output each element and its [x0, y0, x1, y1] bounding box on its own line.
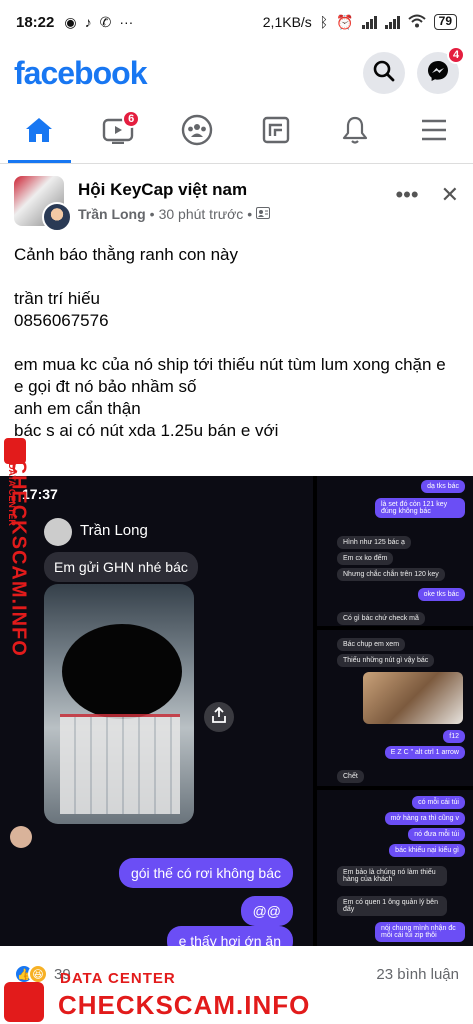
marketplace-icon: [261, 115, 291, 150]
signal-icon: [361, 15, 377, 29]
watermark-site: CHECKSCAM.INFO: [58, 990, 311, 1020]
chat-message: oke tks bác: [417, 588, 465, 601]
chat-message: nói chung mình nhận đc mỗi cái túi zip t…: [375, 922, 465, 942]
zip-bag: [60, 714, 180, 814]
chat-message: Chết: [337, 770, 364, 783]
status-bar: 18:22 ◉ ♪ ✆ ··· 2,1KB/s ᛒ ⏰ 79: [0, 0, 473, 44]
chat-message: Hình như 125 bác ạ: [337, 536, 411, 549]
video-badge: 6: [122, 110, 141, 128]
chat-message: Em gửi GHN nhé bác: [44, 552, 198, 582]
separator-dot-2: •: [247, 206, 253, 222]
chat-message: mở hàng ra thì cũng v: [384, 812, 465, 825]
chat-screenshot-3[interactable]: có mỗi cái túi mở hàng ra thì cũng v nó …: [317, 790, 473, 946]
watermark-site: CHECKSCAM.INFO: [7, 459, 30, 657]
chat-message: e thấy hơi ớn ăn: [166, 926, 293, 946]
group-avatar[interactable]: [14, 176, 72, 232]
group-privacy-icon: [256, 206, 271, 222]
chat-message: Có gì bác chứ check mã: [337, 612, 425, 625]
chat-message: bác khiếu nại kiểu gì: [389, 844, 465, 857]
tab-video[interactable]: 6: [79, 102, 158, 163]
notification-icons: ◉ ♪ ✆ ···: [64, 14, 133, 31]
lock-icon: [4, 982, 44, 1022]
more-dots-icon: ···: [119, 14, 134, 30]
chat-message: dạ tks bác: [421, 480, 465, 493]
messenger-button[interactable]: 4: [417, 46, 465, 94]
censored-blob: [62, 624, 182, 719]
chat-message: Thiếu những nút gì vậy bác: [337, 654, 435, 667]
contact-avatar: [44, 518, 72, 546]
tab-marketplace[interactable]: [236, 102, 315, 163]
signal-icon-2: [384, 15, 400, 29]
chat-message: có mỗi cái túi: [412, 796, 465, 809]
camera-notify-icon: ◉: [64, 13, 77, 30]
watermark-bottom: DATA CENTER CHECKSCAM.INFO: [0, 962, 473, 1024]
wifi-icon: [407, 14, 426, 31]
facebook-logo[interactable]: facebook: [14, 55, 147, 92]
app-header: facebook 4: [0, 44, 473, 102]
post-image-collage[interactable]: 17:37 Trần Long Em gửi GHN nhé bác gói t…: [0, 476, 473, 946]
share-icon: [212, 706, 226, 728]
chat-screenshot-1[interactable]: dạ tks bác là set đó còn 121 key đúng kh…: [317, 476, 473, 626]
chat-screenshot-main[interactable]: 17:37 Trần Long Em gửi GHN nhé bác gói t…: [0, 476, 313, 946]
keycap-photo: [44, 584, 194, 824]
tab-menu[interactable]: [394, 102, 473, 163]
chat-message: Bác chụp em xem: [337, 638, 406, 651]
chat-message: Em bảo là chúng nó làm thiếu hàng của kh…: [337, 866, 447, 886]
author-avatar[interactable]: [42, 202, 72, 232]
alarm-off-icon: ⏰: [336, 13, 354, 30]
chat-message: Em có quen 1 ông quản lý bên đấy: [337, 896, 447, 916]
post-time[interactable]: 30 phút trước: [159, 206, 244, 222]
post-text: Cảnh báo thằng ranh con này trần trí hiế…: [14, 245, 446, 440]
tab-home[interactable]: [0, 102, 79, 163]
close-icon[interactable]: ✕: [441, 182, 459, 208]
chat-message: f12: [443, 730, 465, 743]
bell-icon: [341, 115, 369, 150]
home-icon: [24, 116, 54, 149]
messenger-badge: 4: [447, 46, 465, 64]
sender-avatar: [10, 826, 32, 848]
separator-dot: •: [149, 206, 155, 222]
tab-groups[interactable]: [158, 102, 237, 163]
post-header: Hội KeyCap việt nam Trần Long • 30 phút …: [0, 164, 473, 232]
tiktok-icon: ♪: [84, 14, 92, 30]
status-time: 18:22: [16, 13, 55, 31]
contact-name: Trần Long: [80, 522, 148, 539]
network-speed: 2,1KB/s: [262, 14, 312, 30]
search-icon: [373, 60, 395, 87]
search-button[interactable]: [363, 52, 405, 94]
share-photo-button: [204, 702, 234, 732]
watermark-label: DATA CENTER: [60, 970, 176, 987]
chat-message: gói thế có rơi không bác: [118, 858, 293, 888]
more-options-icon[interactable]: •••: [395, 182, 418, 208]
author-name[interactable]: Trần Long: [78, 206, 146, 222]
messenger-notify-icon: ✆: [99, 13, 112, 30]
battery-icon: 79: [433, 14, 457, 30]
watermark-side: DATA CENTER CHECKSCAM.INFO: [4, 438, 44, 668]
bluetooth-icon: ᛒ: [319, 14, 329, 30]
chat-message: Em cx ko đếm: [337, 552, 394, 565]
nav-tabs: 6: [0, 102, 473, 164]
tab-notifications[interactable]: [315, 102, 394, 163]
chat-screenshot-2[interactable]: Bác chụp em xem Thiếu những nút gì vậy b…: [317, 630, 473, 786]
chat-message: là set đó còn 121 key đúng không bác: [375, 498, 465, 518]
chat-message: E Z C " alt ctrl 1 arrow: [384, 746, 465, 759]
chat-message: @@: [240, 896, 293, 926]
menu-icon: [420, 118, 448, 147]
keyboard-photo: [363, 672, 463, 724]
messenger-icon: [426, 59, 450, 88]
group-name[interactable]: Hội KeyCap việt nam: [78, 180, 395, 200]
chat-message: Nhưng chắc chắn trên 120 key: [337, 568, 445, 581]
groups-icon: [181, 114, 213, 151]
chat-message: nó đưa mỗi túi: [408, 828, 465, 841]
